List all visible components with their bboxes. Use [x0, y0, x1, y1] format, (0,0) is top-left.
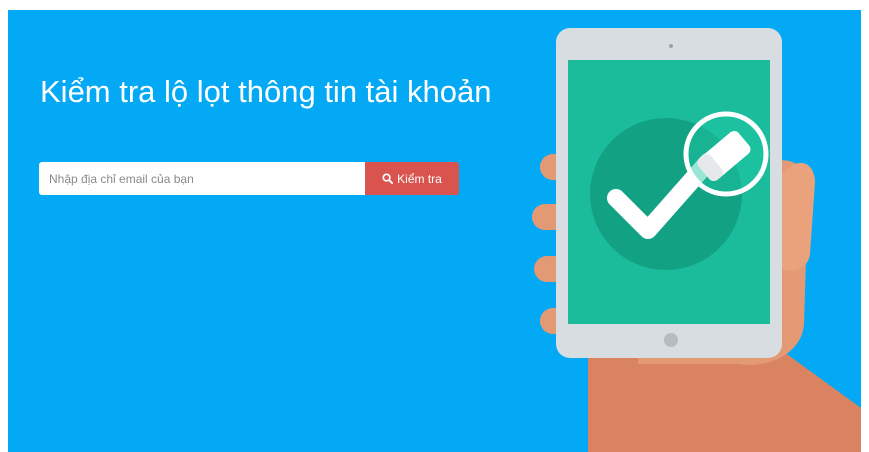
phone-checkmark-illustration: [518, 24, 861, 452]
check-button[interactable]: Kiểm tra: [365, 162, 459, 195]
email-check-form: Kiểm tra: [39, 162, 459, 195]
check-button-label: Kiểm tra: [397, 171, 442, 186]
home-button: [664, 333, 678, 347]
hero-banner: Kiểm tra lộ lọt thông tin tài khoản Kiểm…: [8, 10, 861, 452]
page-title: Kiểm tra lộ lọt thông tin tài khoản: [40, 74, 492, 109]
tablet-camera: [669, 44, 673, 48]
email-input[interactable]: [39, 162, 365, 195]
search-icon: [382, 173, 394, 184]
